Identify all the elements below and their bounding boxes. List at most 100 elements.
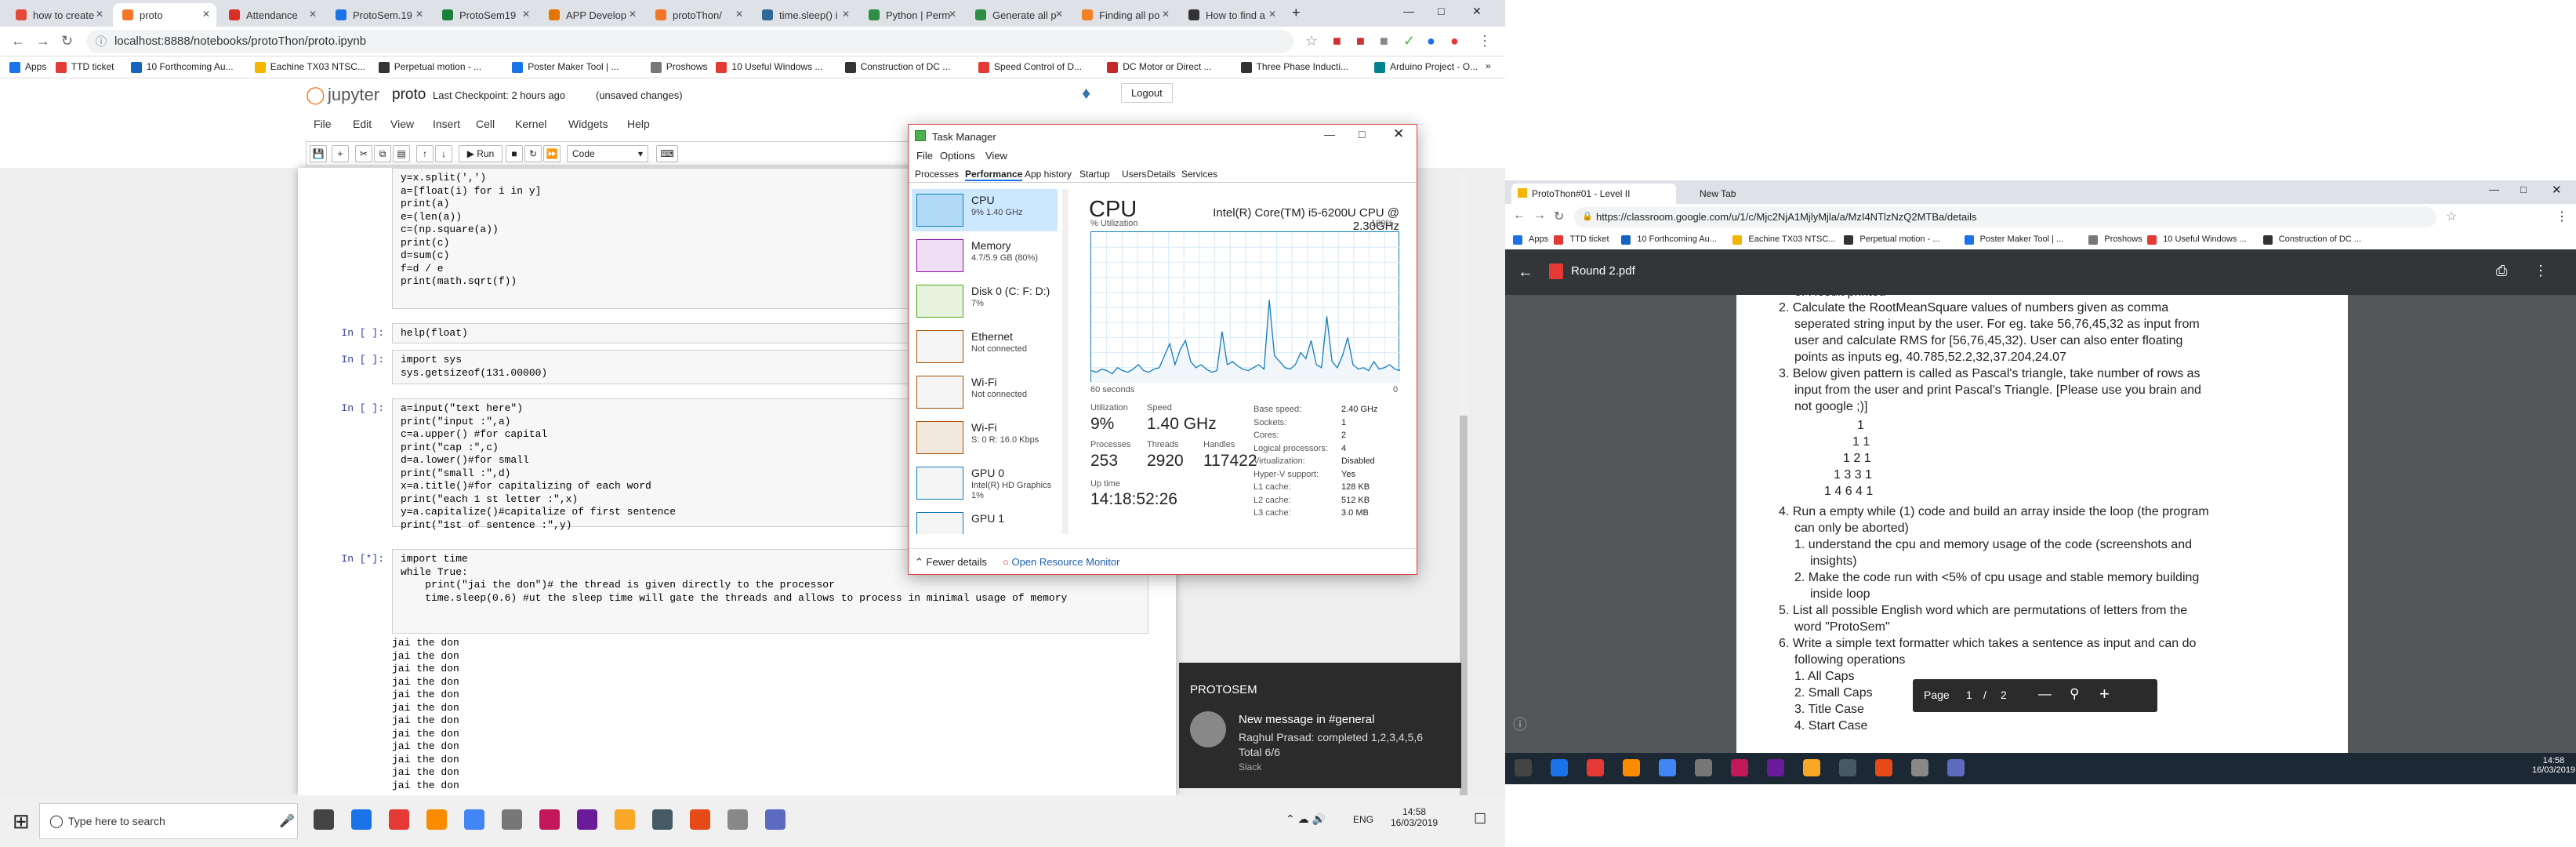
move-up-icon[interactable]: ↑	[416, 145, 434, 162]
perf-item-disk-0-c-f-d-[interactable]: Disk 0 (C: F: D:) 7%	[912, 280, 1058, 322]
tab-4[interactable]: ProtoSem19 ✕	[433, 3, 536, 27]
back-icon[interactable]: ←	[11, 33, 25, 49]
fewer-details-button[interactable]: ⌃ Fewer details	[915, 556, 987, 569]
new-tab-icon[interactable]: +	[1292, 5, 1301, 21]
menu-icon[interactable]: ⋮	[2556, 209, 2568, 224]
zoom-in-icon[interactable]: +	[2099, 684, 2110, 704]
maximize-icon[interactable]: □	[2520, 184, 2527, 195]
bookmark-item[interactable]: Construction of DC ...	[2262, 234, 2361, 245]
menu-file[interactable]: File	[314, 118, 332, 130]
bookmark-item[interactable]: TTD ticket	[1554, 234, 1609, 245]
app-icon[interactable]	[1839, 759, 1856, 776]
maximize-icon[interactable]: □	[1359, 128, 1365, 140]
back-icon[interactable]: ←	[1513, 209, 1526, 223]
tab-2[interactable]: Attendance ✕	[220, 3, 323, 27]
url-input[interactable]: 🔒 https://classroom.google.com/u/1/c/Mjc…	[1574, 207, 2436, 227]
back-arrow-icon[interactable]: ←	[1518, 264, 1533, 282]
app-icon[interactable]	[1911, 759, 1928, 776]
perf-item-gpu-0[interactable]: GPU 0 Intel(R) HD Graphics 1%	[912, 462, 1058, 504]
close-tab-icon[interactable]: ✕	[1268, 9, 1276, 20]
perf-item-cpu[interactable]: CPU 9% 1.40 GHz	[912, 189, 1058, 231]
tab-classroom[interactable]: ProtoThon#01 - Level II	[1511, 184, 1676, 204]
tab-10[interactable]: Finding all po ✕	[1072, 3, 1176, 27]
tray-icons[interactable]: ⌃ ☁ 🔊	[1286, 812, 1326, 826]
menu-insert[interactable]: Insert	[433, 118, 460, 130]
extension-icon[interactable]: ●	[1427, 33, 1435, 49]
clock[interactable]: 14:58 16/03/2019	[1391, 806, 1438, 828]
avatar[interactable]: ●	[1450, 33, 1459, 49]
minimize-icon[interactable]: —	[1403, 5, 1414, 17]
bookmark-item[interactable]: Apps	[1513, 234, 1548, 245]
settings-icon[interactable]	[1695, 759, 1712, 776]
menu-icon[interactable]: ⋮	[1478, 33, 1492, 49]
edge-icon[interactable]	[1551, 759, 1568, 776]
keyboard-icon[interactable]: ⌨	[656, 145, 678, 162]
language-indicator[interactable]: ENG	[1353, 814, 1373, 825]
folder-icon[interactable]	[1623, 759, 1640, 776]
menu-kernel[interactable]: Kernel	[515, 118, 546, 130]
bookmark-item[interactable]: Speed Control of D...	[978, 61, 1082, 73]
tm-tab-details[interactable]: Details	[1147, 169, 1176, 180]
bookmark-item[interactable]: Apps	[9, 61, 46, 73]
close-icon[interactable]: ✕	[2552, 183, 2562, 197]
app-icon[interactable]	[615, 809, 635, 830]
menu-edit[interactable]: Edit	[353, 118, 372, 130]
tm-menu-file[interactable]: File	[916, 150, 933, 162]
close-tab-icon[interactable]: ✕	[1055, 9, 1063, 20]
notebook-name[interactable]: proto	[392, 86, 426, 104]
bookmark-item[interactable]: 10 Forthcoming Au...	[130, 61, 234, 73]
bookmark-item[interactable]: Proshows	[2088, 234, 2142, 245]
close-icon[interactable]: ✕	[1472, 5, 1482, 18]
extension-icon[interactable]: ✓	[1403, 33, 1415, 49]
app-icon[interactable]	[652, 809, 673, 830]
app-icon[interactable]	[690, 809, 710, 830]
task-view-icon[interactable]	[1515, 759, 1532, 776]
tm-tab-startup[interactable]: Startup	[1079, 169, 1110, 180]
tab-0[interactable]: how to create ✕	[6, 3, 110, 27]
help-icon[interactable]: ⓘ	[1513, 714, 1527, 734]
star-icon[interactable]: ☆	[2446, 209, 2457, 224]
maximize-icon[interactable]: □	[1438, 5, 1444, 17]
bookmark-item[interactable]: Three Phase Inducti...	[1240, 61, 1348, 73]
app-icon[interactable]	[727, 809, 748, 830]
bookmark-item[interactable]: Proshows	[650, 61, 707, 73]
tab-8[interactable]: Python | Perm ✕	[859, 3, 963, 27]
tab-new[interactable]: New Tab	[1679, 184, 1820, 204]
tm-tab-performance[interactable]: Performance	[965, 169, 1023, 181]
bookmark-item[interactable]: Poster Maker Tool | ...	[1964, 234, 2063, 245]
perf-item-memory[interactable]: Memory 4.7/5.9 GB (80%)	[912, 234, 1058, 277]
bookmark-item[interactable]: DC Motor or Direct ...	[1107, 61, 1212, 73]
close-tab-icon[interactable]: ✕	[735, 9, 743, 20]
minimize-icon[interactable]: —	[1324, 128, 1335, 140]
perf-item-wi-fi[interactable]: Wi-Fi Not connected	[912, 371, 1058, 413]
onenote-icon[interactable]	[1767, 759, 1784, 776]
more-icon[interactable]: ⋮	[2534, 263, 2548, 279]
tab-7[interactable]: time.sleep() i ✕	[753, 3, 856, 27]
add-cell-icon[interactable]: +	[332, 145, 349, 162]
extension-icon[interactable]: ■	[1333, 33, 1341, 49]
bookmark-item[interactable]: Construction of DC ...	[844, 61, 950, 73]
close-tab-icon[interactable]: ✕	[629, 9, 637, 20]
mail-icon[interactable]	[1731, 759, 1748, 776]
zoom-out-icon[interactable]: —	[2038, 686, 2052, 702]
bookmark-item[interactable]: Perpetual motion - ...	[1844, 234, 1940, 245]
tm-tab-app-history[interactable]: App history	[1025, 169, 1072, 180]
bookmark-item[interactable]: Eachine TX03 NTSC...	[254, 61, 365, 73]
perf-item-wi-fi[interactable]: Wi-Fi S: 0 R: 16.0 Kbps	[912, 416, 1058, 459]
edge-icon[interactable]	[351, 809, 372, 830]
task-manager-icon[interactable]	[1947, 759, 1965, 776]
task-manager-icon[interactable]	[765, 809, 785, 830]
open-resource-monitor-link[interactable]: ○ Open Resource Monitor	[1003, 556, 1120, 568]
tab-9[interactable]: Generate all p ✕	[966, 3, 1069, 27]
chrome-icon[interactable]	[464, 809, 484, 830]
star-icon[interactable]: ☆	[1305, 33, 1318, 49]
bookmark-item[interactable]: Eachine TX03 NTSC...	[1732, 234, 1835, 245]
bookmark-item[interactable]: TTD ticket	[55, 61, 114, 73]
close-tab-icon[interactable]: ✕	[309, 9, 317, 20]
move-down-icon[interactable]: ↓	[435, 145, 452, 162]
tm-tab-users[interactable]: Users	[1122, 169, 1146, 180]
close-tab-icon[interactable]: ✕	[522, 9, 530, 20]
sidebar-scrollbar[interactable]	[1062, 189, 1068, 534]
menu-widgets[interactable]: Widgets	[568, 118, 608, 130]
close-tab-icon[interactable]: ✕	[202, 9, 210, 20]
